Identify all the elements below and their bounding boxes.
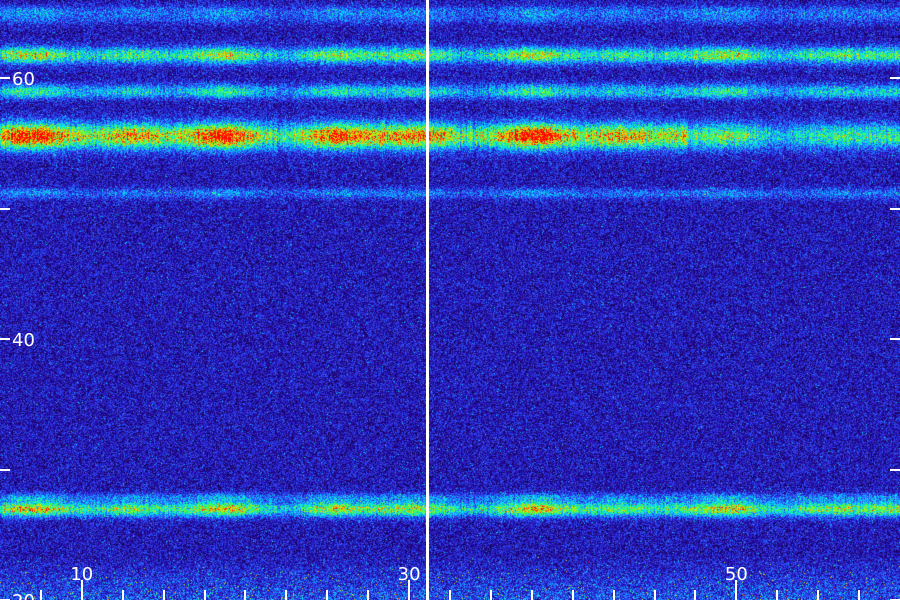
spectrogram-plot: 20 40 60 10 30 50 — [0, 0, 900, 600]
y-tick-label-60: 60 — [12, 69, 35, 90]
x-tick-label-30: 30 — [398, 564, 421, 585]
x-tick-label-50: 50 — [725, 564, 748, 585]
y-axis-left: 20 40 60 — [0, 69, 35, 600]
x-axis: 10 30 50 — [40, 564, 860, 600]
y-axis-right — [890, 77, 900, 600]
x-tick-label-10: 10 — [70, 564, 93, 585]
y-tick-label-40: 40 — [12, 330, 35, 351]
axes-overlay: 20 40 60 10 30 50 — [0, 0, 900, 600]
y-tick-label-20: 20 — [12, 591, 35, 600]
